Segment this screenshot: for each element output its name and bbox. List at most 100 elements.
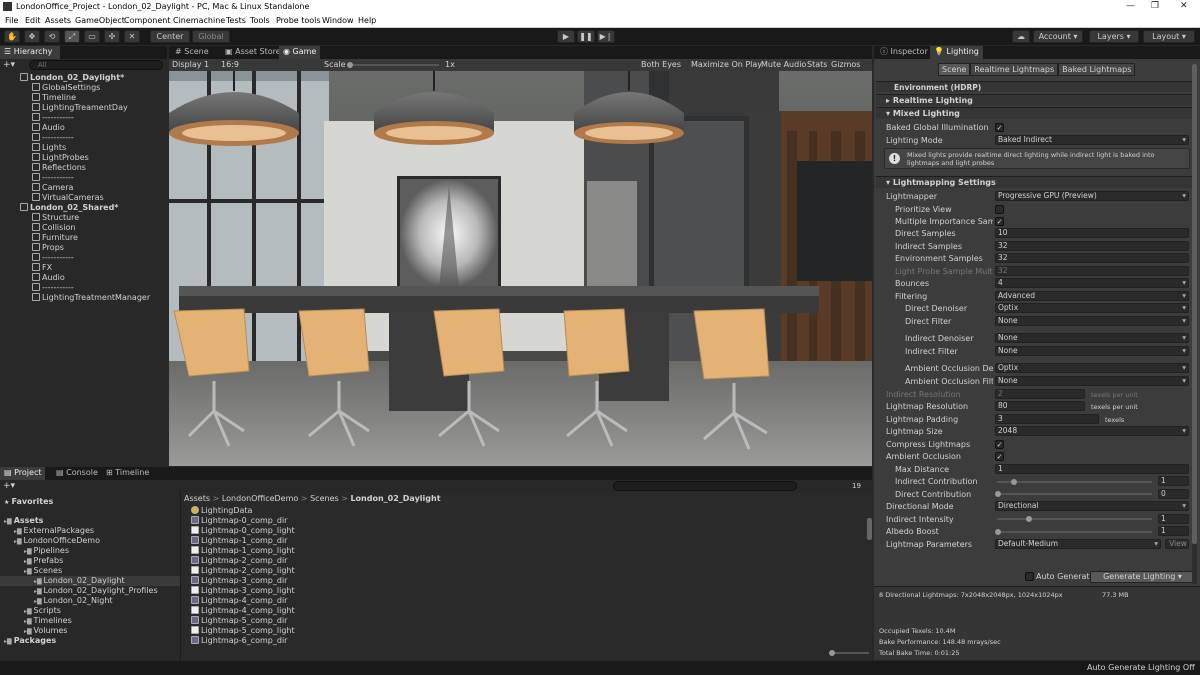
indirect-intensity-handle[interactable] xyxy=(1026,516,1032,522)
hierarchy-row[interactable]: ----------- xyxy=(32,253,74,263)
both-eyes-dropdown[interactable]: Both Eyes xyxy=(641,60,681,69)
project-folder-item[interactable]: ▸▇ Pipelines xyxy=(24,546,69,556)
minimize-button[interactable]: — xyxy=(1126,1,1135,11)
ind-contrib-value[interactable]: 1 xyxy=(1158,476,1189,486)
ao-filter-dropdown[interactable]: None xyxy=(995,376,1189,386)
albedo-boost-slider[interactable] xyxy=(997,531,1152,533)
file-item[interactable]: Lightmap-1_comp_dir xyxy=(191,536,287,546)
ao-checkbox[interactable]: ✓ xyxy=(995,452,1004,461)
hierarchy-row[interactable]: GlobalSettings xyxy=(32,83,100,93)
indirect-samples-field[interactable]: 32 xyxy=(995,241,1189,251)
rect-tool-button[interactable]: ▭ xyxy=(84,30,100,43)
tab-console[interactable]: ▤ Console xyxy=(52,467,102,480)
lm-pad-field[interactable]: 3 xyxy=(995,414,1099,424)
transform-tool-button[interactable]: ✣ xyxy=(104,30,120,43)
hierarchy-row[interactable]: Audio xyxy=(32,123,65,133)
breadcrumb-item[interactable]: Scenes xyxy=(310,494,339,503)
tab-asset-store[interactable]: ▣ Asset Store xyxy=(221,46,285,59)
menu-assets[interactable]: Assets xyxy=(45,16,71,25)
menu-edit[interactable]: Edit xyxy=(25,16,41,25)
subtab-realtime-lightmaps[interactable]: Realtime Lightmaps xyxy=(970,63,1059,76)
hierarchy-row[interactable]: Camera xyxy=(32,183,73,193)
indirect-denoiser-dropdown[interactable]: None xyxy=(995,333,1189,343)
project-folder-item[interactable]: ▸▇ London_02_Daylight xyxy=(34,576,125,586)
albedo-boost-handle[interactable] xyxy=(995,529,1001,535)
scale-slider-track[interactable] xyxy=(349,64,439,66)
hierarchy-row[interactable]: LightingTreatmentManager xyxy=(32,293,150,303)
project-folder-item[interactable]: ▸▇ Scenes xyxy=(24,566,62,576)
lighting-mode-dropdown[interactable]: Baked Indirect xyxy=(995,135,1189,145)
prioritize-checkbox[interactable] xyxy=(995,205,1004,214)
stats-toggle[interactable]: Stats xyxy=(807,60,827,69)
menu-probe-tools[interactable]: Probe tools xyxy=(276,16,321,25)
hierarchy-row[interactable]: ----------- xyxy=(32,133,74,143)
menu-help[interactable]: Help xyxy=(358,16,376,25)
indirect-intensity-slider[interactable] xyxy=(997,518,1152,520)
menu-tools[interactable]: Tools xyxy=(250,16,270,25)
hierarchy-row[interactable]: Audio xyxy=(32,273,65,283)
project-folder-item[interactable]: ▸▇ Prefabs xyxy=(24,556,63,566)
tab-inspector[interactable]: ⓘ Inspector xyxy=(876,46,932,59)
file-item[interactable]: Lightmap-0_comp_dir xyxy=(191,516,287,526)
tab-game[interactable]: ◉ Game xyxy=(279,46,321,59)
bounces-dropdown[interactable]: 4 xyxy=(995,278,1189,288)
direct-contribution-handle[interactable] xyxy=(995,491,1001,497)
hierarchy-row[interactable]: Timeline xyxy=(32,93,76,103)
ao-denoiser-dropdown[interactable]: Optix xyxy=(995,363,1189,373)
indirect-filter-dropdown[interactable]: None xyxy=(995,346,1189,356)
display-dropdown[interactable]: Display 1 xyxy=(172,60,209,69)
project-folder-item[interactable]: ▸▇ LondonOfficeDemo xyxy=(14,536,100,546)
hierarchy-row[interactable]: ----------- xyxy=(32,283,74,293)
menu-tests[interactable]: Tests xyxy=(226,16,246,25)
game-render-view[interactable] xyxy=(169,71,872,466)
project-folder-item[interactable]: ▸▇ ExternalPackages xyxy=(14,526,94,536)
hierarchy-row[interactable]: ----------- xyxy=(32,173,74,183)
file-item[interactable]: Lightmap-6_comp_dir xyxy=(191,636,287,646)
direct-filter-dropdown[interactable]: None xyxy=(995,316,1189,326)
direct-contribution-slider[interactable] xyxy=(997,493,1152,495)
indirect-contribution-handle[interactable] xyxy=(1011,479,1017,485)
indirect-contribution-slider[interactable] xyxy=(997,481,1152,483)
account-dropdown[interactable]: Account ▾ xyxy=(1033,30,1083,43)
hand-tool-button[interactable]: ✋ xyxy=(4,30,20,43)
project-add-icon[interactable]: +▾ xyxy=(3,481,15,491)
pivot-global-button[interactable]: Global xyxy=(192,30,230,43)
move-tool-button[interactable]: ✥ xyxy=(24,30,40,43)
breadcrumb-item[interactable]: London_02_Daylight xyxy=(350,494,440,503)
baked-gi-checkbox[interactable]: ✓ xyxy=(995,123,1004,132)
compress-checkbox[interactable]: ✓ xyxy=(995,440,1004,449)
scale-slider-handle[interactable] xyxy=(347,62,353,68)
inspector-scrollbar[interactable] xyxy=(1192,64,1197,584)
rotate-tool-button[interactable]: ⟲ xyxy=(44,30,60,43)
auto-generate-checkbox[interactable] xyxy=(1025,572,1034,581)
maximize-button[interactable]: ❐ xyxy=(1151,1,1159,11)
scale-tool-button[interactable]: ⤢ xyxy=(64,30,80,43)
subtab-scene[interactable]: Scene xyxy=(938,63,971,76)
file-item[interactable]: Lightmap-2_comp_dir xyxy=(191,556,287,566)
tab-scene[interactable]: # Scene xyxy=(171,46,213,59)
lm-res-field[interactable]: 80 xyxy=(995,401,1085,411)
hierarchy-row[interactable]: Collision xyxy=(32,223,76,233)
albedo-value[interactable]: 1 xyxy=(1158,526,1189,536)
hierarchy-row[interactable]: London_02_Shared* xyxy=(20,203,118,213)
generate-lighting-button[interactable]: Generate Lighting ▾ xyxy=(1090,571,1195,583)
ind-int-value[interactable]: 1 xyxy=(1158,514,1189,524)
dir-mode-dropdown[interactable]: Directional xyxy=(995,501,1189,511)
subtab-baked-lightmaps[interactable]: Baked Lightmaps xyxy=(1058,63,1136,76)
breadcrumb-item[interactable]: Assets xyxy=(184,494,210,503)
custom-tool-button[interactable]: ✕ xyxy=(124,30,140,43)
menu-file[interactable]: File xyxy=(5,16,18,25)
icon-size-slider[interactable] xyxy=(833,652,869,654)
mute-audio-toggle[interactable]: Mute Audio xyxy=(761,60,806,69)
hierarchy-row[interactable]: VirtualCameras xyxy=(32,193,104,203)
tab-timeline[interactable]: ⊞ Timeline xyxy=(102,467,153,480)
project-folder-item[interactable]: ▸▇ London_02_Night xyxy=(34,596,113,606)
hierarchy-row[interactable]: FX xyxy=(32,263,52,273)
file-item[interactable]: Lightmap-4_comp_dir xyxy=(191,596,287,606)
project-folder-item[interactable]: ▸▇ London_02_Daylight_Profiles xyxy=(34,586,158,596)
gizmos-dropdown[interactable]: Gizmos xyxy=(831,60,860,69)
file-item[interactable]: Lightmap-0_comp_light xyxy=(191,526,295,536)
direct-samples-field[interactable]: 10 xyxy=(995,228,1189,238)
file-item[interactable]: Lightmap-1_comp_light xyxy=(191,546,295,556)
lm-size-dropdown[interactable]: 2048 xyxy=(995,426,1189,436)
